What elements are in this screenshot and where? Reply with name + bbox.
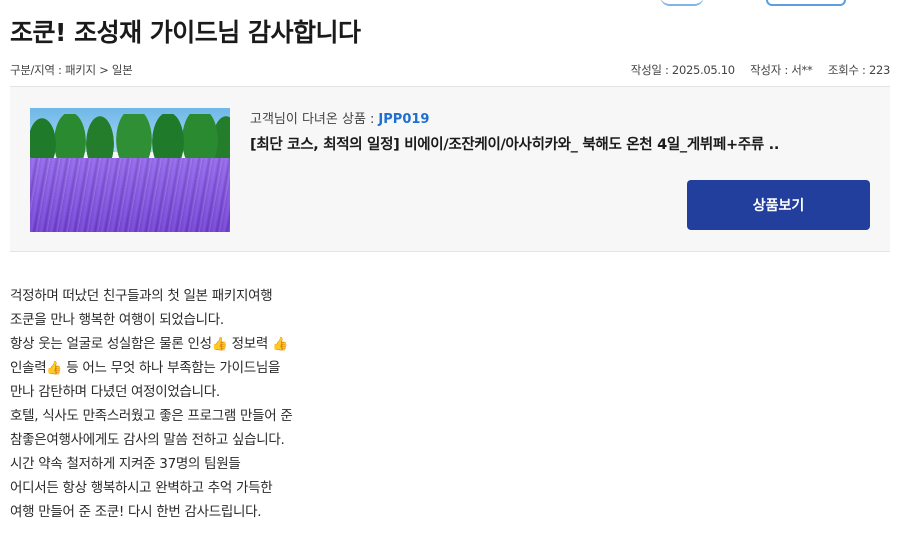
- review-line: 시간 약속 철저하게 지켜준 37명의 팀원들: [10, 456, 241, 472]
- thumbs-up-icon: 👍: [272, 337, 288, 352]
- header-decoration-left: [660, 0, 704, 6]
- review-line: 참좋은여행사에게도 감사의 말씀 전하고 싶습니다.: [10, 432, 285, 448]
- review-line: 여행 만들어 준 조쿤! 다시 한번 감사드립니다.: [10, 504, 262, 520]
- product-label: 고객님이 다녀온 상품 : JPP019: [250, 112, 430, 127]
- review-line: 조쿤을 만나 행복한 여행이 되었습니다.: [10, 312, 224, 328]
- product-code[interactable]: JPP019: [378, 112, 429, 127]
- post-meta: 작성일 : 2025.05.10 작성자 : 서** 조회수 : 223: [619, 62, 891, 78]
- category-breadcrumb: 구분/지역 : 패키지 > 일본: [10, 63, 133, 77]
- product-name[interactable]: [최단 코스, 최적의 일정] 비에이/조잔케이/아사히카와_ 북해도 온천 4…: [250, 133, 779, 154]
- review-line: 걱정하며 떠났던 친구들과의 첫 일본 패키지여행: [10, 288, 273, 304]
- review-line: 호텔, 식사도 만족스러웠고 좋은 프로그램 만들어 준: [10, 408, 293, 424]
- view-product-button[interactable]: 상품보기: [687, 180, 870, 230]
- page-title: 조쿤! 조성재 가이드님 감사합니다: [10, 18, 361, 47]
- post-author: 작성자 : 서**: [750, 63, 813, 77]
- thumbs-up-icon: 👍: [211, 337, 228, 352]
- post-date: 작성일 : 2025.05.10: [630, 63, 735, 77]
- product-thumbnail[interactable]: [30, 108, 230, 232]
- product-card: 고객님이 다녀온 상품 : JPP019 [최단 코스, 최적의 일정] 비에이/…: [10, 86, 890, 252]
- review-line: 인솔력👍 등 어느 무엇 하나 부족함는 가이드님을: [10, 360, 281, 376]
- review-line: 항상 웃는 얼굴로 성실함은 물론 인성👍 정보력 👍: [10, 336, 288, 352]
- review-line: 어디서든 항상 행복하시고 완벽하고 추억 가득한: [10, 480, 273, 496]
- header-decoration-right: [766, 0, 846, 6]
- review-line: 만나 감탄하며 다녔던 여정이었습니다.: [10, 384, 220, 400]
- post-views: 조회수 : 223: [827, 63, 890, 77]
- review-body: 걱정하며 떠났던 친구들과의 첫 일본 패키지여행 조쿤을 만나 행복한 여행이…: [10, 284, 293, 524]
- thumbs-up-icon: 👍: [46, 361, 63, 376]
